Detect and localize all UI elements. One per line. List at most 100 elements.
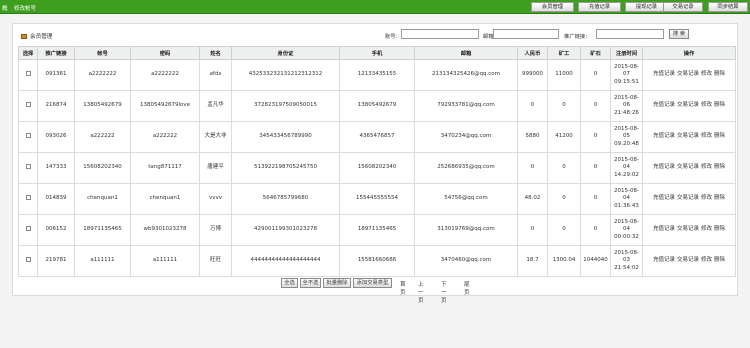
delete-link[interactable]: 删除 [714,195,725,201]
cell-phone: 15581660686 [339,245,415,277]
select-all-button[interactable]: 全选 [281,278,298,288]
trade-records-link[interactable]: 交易记录 [677,102,699,108]
top-link-edit-account[interactable]: 修改帐号 [14,4,36,12]
delete-link[interactable]: 删除 [714,133,725,139]
row-checkbox[interactable] [25,257,31,263]
edit-link[interactable]: 修改 [701,102,712,108]
panel-title: 会员管理 [21,32,52,40]
edit-link[interactable]: 修改 [701,133,712,139]
folder-icon [21,34,27,39]
delete-link[interactable]: 删除 [714,164,725,170]
delete-link[interactable]: 删除 [714,102,725,108]
recharge-records-link[interactable]: 充值记录 [653,257,675,263]
sync-settle-button[interactable]: 同步结算 [708,2,748,12]
col-header-idcard: 身份证 [231,46,340,60]
add-trade-type-button[interactable]: 添加交易类型 [353,278,392,288]
cell-promo: 014839 [37,183,75,215]
row-actions: 充值记录 交易记录 修改 删除 [642,214,736,246]
email-search-input[interactable] [493,29,559,39]
cell-idcard: 44444444444444444444 [231,245,340,277]
row-checkbox[interactable] [25,226,31,232]
search-button[interactable]: 搜 索 [669,29,689,39]
cell-password: a222222 [130,121,200,153]
cell-account: a222222 [74,121,131,153]
row-checkbox[interactable] [25,164,31,170]
recharge-records-link[interactable]: 充值记录 [653,226,675,232]
cell-regtime: 2015-08-04 14:29:02 [610,152,643,184]
member-manage-button[interactable]: 会员管理 [531,2,574,12]
edit-link[interactable]: 修改 [701,226,712,232]
top-nav-bar: 概 修改帐号 会员管理 充值记录 提现记录 交易记录 同步结算 [0,0,750,14]
cell-password: wb9301023278 [130,214,200,246]
cell-ore: 1044040 [580,245,611,277]
row-checkbox[interactable] [25,195,31,201]
reg-time: 14:29:02 [614,171,639,178]
page-last-link[interactable]: 尾页 [464,280,470,296]
delete-link[interactable]: 删除 [714,71,725,77]
recharge-records-button[interactable]: 充值记录 [578,2,621,12]
trade-records-link[interactable]: 交易记录 [677,133,699,139]
page-prev-link[interactable]: 上一页 [418,280,424,304]
cell-regtime: 2015-08-03 21:54:02 [610,245,643,277]
cell-ore: 0 [580,214,611,246]
cell-name: 孟凡华 [199,90,232,122]
reg-date: 2015-08-05 [614,125,639,140]
cell-phone: 13805492679 [339,90,415,122]
account-search-input[interactable] [401,29,479,39]
row-checkbox[interactable] [25,102,31,108]
table-row: 006152 18971135465 wb9301023278 万博 429001199… [18,214,736,246]
reg-date: 2015-08-06 [614,94,639,109]
table-row: 216874 13805492679 13805492679love 孟凡华 37282… [18,90,736,122]
reg-date: 2015-08-04 [614,187,639,202]
recharge-records-link[interactable]: 充值记录 [653,195,675,201]
cell-idcard: 432533232131212312312 [231,59,340,91]
cell-promo: 216874 [37,90,75,122]
cell-regtime: 2015-08-04 00:00:32 [610,214,643,246]
col-header-account: 帐号 [74,46,131,60]
col-header-email: 邮箱 [414,46,518,60]
cell-account: a111111 [74,245,131,277]
trade-records-link[interactable]: 交易记录 [677,257,699,263]
recharge-records-link[interactable]: 充值记录 [653,164,675,170]
select-none-button[interactable]: 全不选 [300,278,321,288]
row-select-cell [18,121,38,153]
cell-password: 13805492679love [130,90,200,122]
top-link-overview[interactable]: 概 [2,4,8,12]
trade-records-button[interactable]: 交易记录 [663,2,703,12]
row-actions: 充值记录 交易记录 修改 删除 [642,121,736,153]
recharge-records-link[interactable]: 充值记录 [653,102,675,108]
edit-link[interactable]: 修改 [701,164,712,170]
edit-link[interactable]: 修改 [701,71,712,77]
trade-records-link[interactable]: 交易记录 [677,226,699,232]
edit-link[interactable]: 修改 [701,257,712,263]
recharge-records-link[interactable]: 充值记录 [653,71,675,77]
table-row: 091361 a2222222 a2222222 afds 43253323213121… [18,59,736,91]
delete-link[interactable]: 删除 [714,226,725,232]
trade-records-link[interactable]: 交易记录 [677,71,699,77]
reg-time: 09:20:48 [614,140,639,147]
table-row: 093026 a222222 a222222 大是大非 345433456789990 4… [18,121,736,153]
trade-records-link[interactable]: 交易记录 [677,164,699,170]
promo-link-input[interactable] [596,29,664,39]
page-first-link[interactable]: 首页 [400,280,406,296]
cell-account: 18971135465 [74,214,131,246]
cell-email: 54756@qq.com [414,183,518,215]
cell-name: vvvv [199,183,232,215]
edit-link[interactable]: 修改 [701,195,712,201]
withdraw-records-button[interactable]: 提现记录 [625,2,668,12]
batch-delete-button[interactable]: 批量删除 [323,278,351,288]
recharge-records-link[interactable]: 充值记录 [653,133,675,139]
delete-link[interactable]: 删除 [714,257,725,263]
col-header-select: 选择 [18,46,38,60]
reg-date: 2015-08-07 [614,63,639,78]
cell-name: 万博 [199,214,232,246]
row-checkbox[interactable] [25,71,31,77]
cell-email: 792933781@qq.com [414,90,518,122]
row-checkbox[interactable] [25,133,31,139]
row-actions: 充值记录 交易记录 修改 删除 [642,183,736,215]
page-next-link[interactable]: 下一页 [441,280,447,304]
trade-records-link[interactable]: 交易记录 [677,195,699,201]
cell-promo: 091361 [37,59,75,91]
cell-regtime: 2015-08-06 21:48:26 [610,90,643,122]
cell-rmb: 0 [517,214,548,246]
